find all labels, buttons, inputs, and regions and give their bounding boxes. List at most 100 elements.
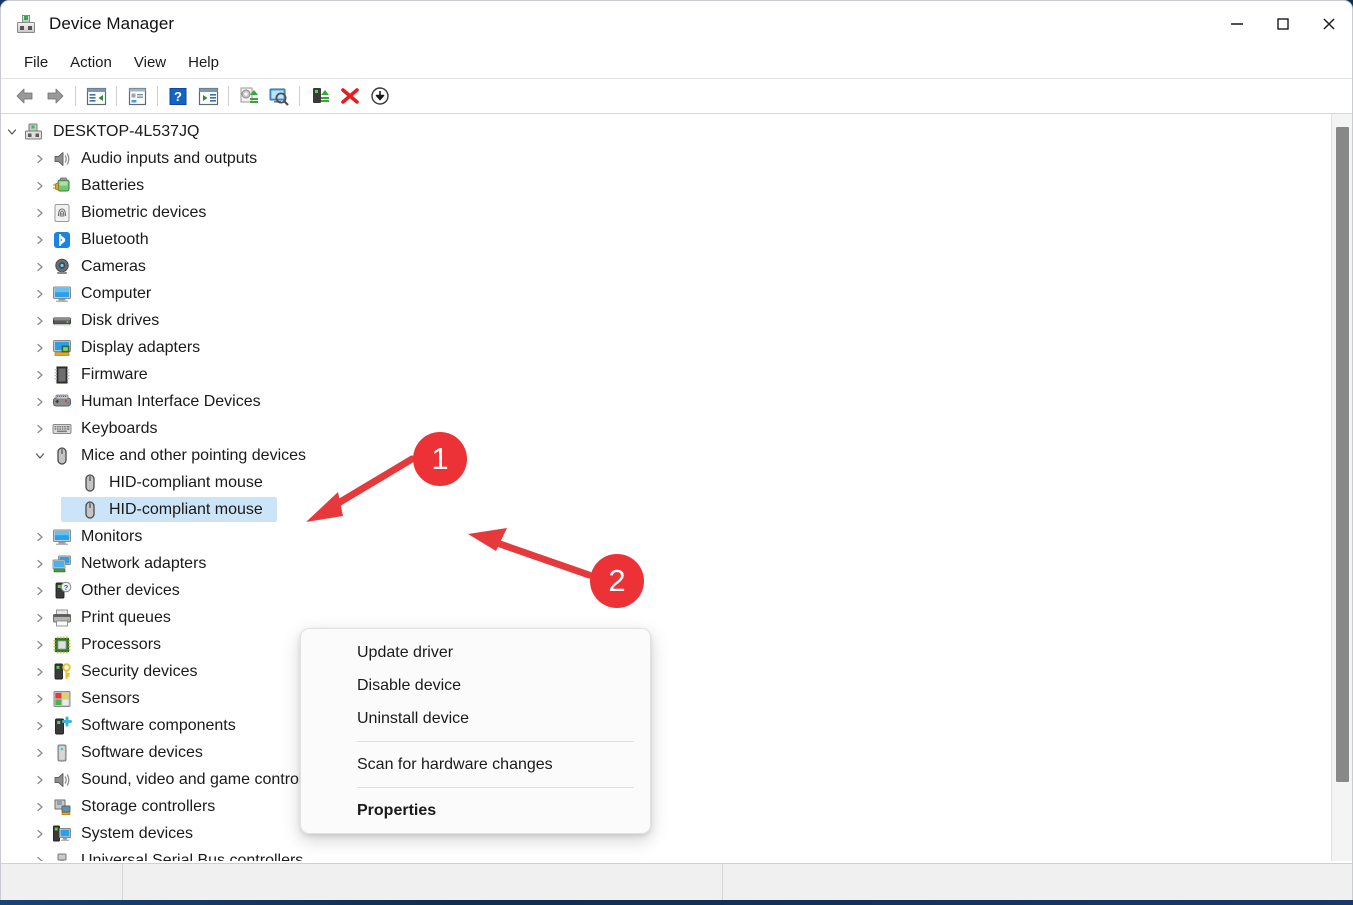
- toolbar-separator: [299, 86, 300, 106]
- tree-item[interactable]: Print queues: [1, 604, 1331, 631]
- scrollbar-thumb[interactable]: [1336, 127, 1349, 782]
- minimize-button[interactable]: [1214, 1, 1260, 46]
- chevron-right-icon[interactable]: [29, 550, 51, 577]
- tree-item[interactable]: Sound, video and game controllers: [1, 766, 1331, 793]
- chevron-right-icon[interactable]: [29, 604, 51, 631]
- unknown-device-icon: ?: [51, 580, 73, 602]
- forward-icon[interactable]: [40, 82, 70, 110]
- tree-item[interactable]: HID-compliant mouse: [1, 469, 1331, 496]
- menu-view[interactable]: View: [123, 50, 177, 75]
- show-hide-console-tree-icon[interactable]: [81, 82, 111, 110]
- status-bar: [1, 863, 1353, 900]
- tree-item[interactable]: Human Interface Devices: [1, 388, 1331, 415]
- disable-device-icon[interactable]: [365, 82, 395, 110]
- properties-icon[interactable]: [122, 82, 152, 110]
- chevron-down-icon[interactable]: [1, 118, 23, 145]
- tree-item-label: Storage controllers: [81, 798, 215, 816]
- chevron-right-icon[interactable]: [29, 766, 51, 793]
- storage-controller-icon: [51, 796, 73, 818]
- tree-item[interactable]: HID-compliant mouse: [1, 496, 1331, 523]
- tree-item[interactable]: Processors: [1, 631, 1331, 658]
- security-key-icon: [51, 661, 73, 683]
- chevron-right-icon[interactable]: [29, 658, 51, 685]
- camera-icon: [51, 256, 73, 278]
- device-tree[interactable]: DESKTOP-4L537JQAudio inputs and outputsB…: [1, 114, 1331, 861]
- scan-for-hardware-changes-icon[interactable]: [264, 82, 294, 110]
- tree-item[interactable]: Batteries: [1, 172, 1331, 199]
- tree-item[interactable]: ?Other devices: [1, 577, 1331, 604]
- chevron-right-icon[interactable]: [29, 577, 51, 604]
- menu-action[interactable]: Action: [59, 50, 123, 75]
- context-menu[interactable]: Update driver Disable device Uninstall d…: [300, 628, 651, 834]
- tree-item[interactable]: Network adapters: [1, 550, 1331, 577]
- keyboard-icon: [51, 418, 73, 440]
- enable-device-icon[interactable]: [305, 82, 335, 110]
- help-icon[interactable]: ?: [163, 82, 193, 110]
- tree-item[interactable]: System devices: [1, 820, 1331, 847]
- tree-item[interactable]: Bluetooth: [1, 226, 1331, 253]
- chevron-right-icon[interactable]: [29, 739, 51, 766]
- tree-item-label: Software devices: [81, 744, 203, 762]
- tree-item[interactable]: Mice and other pointing devices: [1, 442, 1331, 469]
- tree-item[interactable]: Storage controllers: [1, 793, 1331, 820]
- chevron-right-icon[interactable]: [29, 253, 51, 280]
- window-title: Device Manager: [49, 14, 174, 34]
- update-driver-icon[interactable]: [234, 82, 264, 110]
- tree-item[interactable]: Software components: [1, 712, 1331, 739]
- maximize-button[interactable]: [1260, 1, 1306, 46]
- device-manager-icon: [15, 13, 37, 35]
- chevron-right-icon[interactable]: [29, 226, 51, 253]
- context-menu-item-disable-device[interactable]: Disable device: [301, 669, 650, 702]
- context-menu-item-update-driver[interactable]: Update driver: [301, 636, 650, 669]
- show-hide-action-pane-icon[interactable]: [193, 82, 223, 110]
- tree-item[interactable]: Software devices: [1, 739, 1331, 766]
- chevron-down-icon[interactable]: [29, 442, 51, 469]
- tree-root-item[interactable]: DESKTOP-4L537JQ: [1, 118, 1331, 145]
- chevron-right-icon[interactable]: [29, 523, 51, 550]
- context-menu-item-scan-for-hardware-changes[interactable]: Scan for hardware changes: [301, 748, 650, 781]
- device-manager-window: Device Manager File Action View Help: [0, 0, 1353, 900]
- chevron-right-icon[interactable]: [29, 388, 51, 415]
- tree-item[interactable]: Audio inputs and outputs: [1, 145, 1331, 172]
- chevron-right-icon[interactable]: [29, 172, 51, 199]
- chevron-right-icon[interactable]: [29, 712, 51, 739]
- chevron-right-icon[interactable]: [29, 847, 51, 861]
- usb-controller-icon: [51, 850, 73, 862]
- vertical-scrollbar[interactable]: [1331, 114, 1352, 861]
- chevron-right-icon[interactable]: [29, 307, 51, 334]
- chevron-right-icon[interactable]: [29, 145, 51, 172]
- uninstall-device-icon[interactable]: [335, 82, 365, 110]
- menu-file[interactable]: File: [13, 50, 59, 75]
- mouse-icon: [79, 499, 101, 521]
- fingerprint-icon: [51, 202, 73, 224]
- tree-item[interactable]: Biometric devices: [1, 199, 1331, 226]
- chevron-right-icon[interactable]: [29, 199, 51, 226]
- status-cell-1: [1, 864, 123, 900]
- tree-item[interactable]: Keyboards: [1, 415, 1331, 442]
- context-menu-item-uninstall-device[interactable]: Uninstall device: [301, 702, 650, 735]
- tree-item[interactable]: Firmware: [1, 361, 1331, 388]
- tree-item[interactable]: Display adapters: [1, 334, 1331, 361]
- toolbar-separator: [228, 86, 229, 106]
- back-icon[interactable]: [10, 82, 40, 110]
- tree-item-label: Firmware: [81, 366, 148, 384]
- context-menu-item-properties[interactable]: Properties: [301, 794, 650, 827]
- tree-item[interactable]: Computer: [1, 280, 1331, 307]
- tree-item[interactable]: Disk drives: [1, 307, 1331, 334]
- close-button[interactable]: [1306, 1, 1352, 46]
- toolbar: ?: [1, 79, 1352, 114]
- chevron-right-icon[interactable]: [29, 820, 51, 847]
- tree-item[interactable]: Universal Serial Bus controllers: [1, 847, 1331, 861]
- tree-item[interactable]: Monitors: [1, 523, 1331, 550]
- chevron-right-icon[interactable]: [29, 631, 51, 658]
- chevron-right-icon[interactable]: [29, 280, 51, 307]
- chevron-right-icon[interactable]: [29, 361, 51, 388]
- tree-item[interactable]: Sensors: [1, 685, 1331, 712]
- chevron-right-icon[interactable]: [29, 415, 51, 442]
- tree-item[interactable]: Security devices: [1, 658, 1331, 685]
- menu-help[interactable]: Help: [177, 50, 230, 75]
- chevron-right-icon[interactable]: [29, 685, 51, 712]
- chevron-right-icon[interactable]: [29, 334, 51, 361]
- tree-item[interactable]: Cameras: [1, 253, 1331, 280]
- chevron-right-icon[interactable]: [29, 793, 51, 820]
